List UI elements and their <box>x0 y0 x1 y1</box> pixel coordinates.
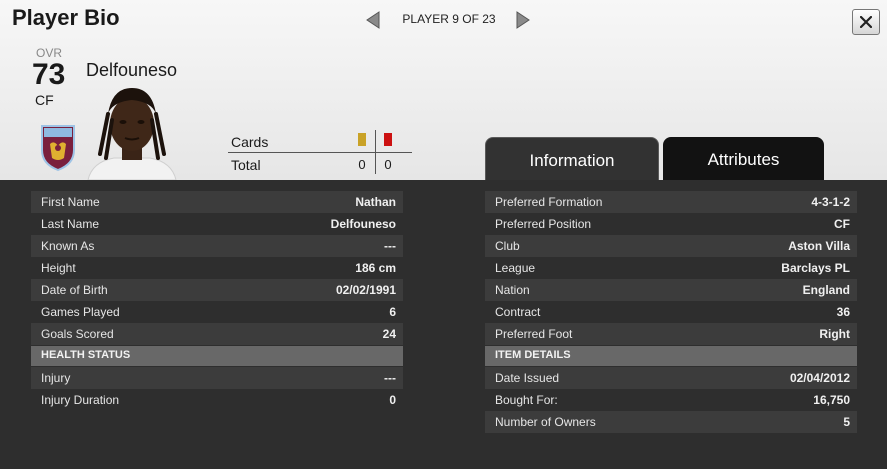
tab-attributes[interactable]: Attributes <box>663 137 824 181</box>
detail-row: Preferred Foot Right <box>485 323 857 345</box>
overall-rating: 73 <box>32 58 66 91</box>
section-header-label: ITEM DETAILS <box>495 349 571 361</box>
detail-row: Goals Scored 24 <box>31 323 403 345</box>
detail-label: Contract <box>495 305 541 319</box>
detail-row: First Name Nathan <box>31 191 403 213</box>
detail-row: Preferred Position CF <box>485 213 857 235</box>
detail-value: 02/04/2012 <box>789 371 850 385</box>
detail-label: Last Name <box>41 217 100 231</box>
detail-row: Date of Birth 02/02/1991 <box>31 279 403 301</box>
total-label: Total <box>231 157 261 173</box>
detail-label: Goals Scored <box>41 327 114 341</box>
section-header: HEALTH STATUS <box>31 346 403 366</box>
detail-value: 6 <box>389 305 396 319</box>
detail-value: --- <box>384 239 396 253</box>
detail-value: 5 <box>843 415 850 429</box>
cards-header-row: Cards <box>228 130 412 152</box>
detail-value: Nathan <box>355 195 396 209</box>
tab-information[interactable]: Information <box>485 137 659 181</box>
detail-value: Aston Villa <box>788 239 850 253</box>
detail-label: League <box>495 261 536 275</box>
detail-label: Bought For: <box>495 393 558 407</box>
pager-label: PLAYER 9 OF 23 <box>402 12 496 26</box>
info-list: Preferred Formation 4-3-1-2 Preferred Posi… <box>485 191 857 433</box>
detail-row: Injury --- <box>31 367 403 389</box>
next-player-button[interactable] <box>514 10 532 30</box>
detail-label: Preferred Formation <box>495 195 603 209</box>
detail-label: Date of Birth <box>41 283 108 297</box>
detail-value: 24 <box>382 327 396 341</box>
detail-label: Height <box>41 261 76 275</box>
detail-value: 36 <box>836 305 850 319</box>
detail-label: Nation <box>495 283 530 297</box>
cards-table: Cards Total 0 0 <box>228 130 412 174</box>
yellow-card-icon <box>358 133 366 146</box>
section-header: ITEM DETAILS <box>485 346 857 366</box>
detail-label: Club <box>495 239 520 253</box>
red-card-icon <box>384 133 392 146</box>
section-header-label: HEALTH STATUS <box>41 349 131 361</box>
detail-row: Last Name Delfouneso <box>31 213 403 235</box>
detail-value: CF <box>834 217 850 231</box>
detail-row: Preferred Formation 4-3-1-2 <box>485 191 857 213</box>
detail-value: --- <box>384 371 396 385</box>
detail-row: Injury Duration 0 <box>31 389 403 411</box>
detail-label: Known As <box>41 239 95 253</box>
player-pager: PLAYER 9 OF 23 <box>364 8 534 32</box>
detail-label: Date Issued <box>495 371 560 385</box>
detail-value: 0 <box>389 393 396 407</box>
close-icon <box>860 16 872 28</box>
detail-label: Preferred Position <box>495 217 592 231</box>
detail-row: Bought For: 16,750 <box>485 389 857 411</box>
detail-value: Right <box>819 327 850 341</box>
detail-row: Height 186 cm <box>31 257 403 279</box>
page-title: Player Bio <box>12 5 120 30</box>
detail-row: Number of Owners 5 <box>485 411 857 433</box>
arrow-right-icon <box>516 11 530 29</box>
detail-value: Barclays PL <box>781 261 850 275</box>
player-position: CF <box>35 92 54 108</box>
bio-list: First Name Nathan Last Name Delfouneso Known… <box>31 191 403 411</box>
detail-value: Delfouneso <box>330 217 396 231</box>
club-crest-icon <box>40 124 76 177</box>
detail-value: 02/02/1991 <box>335 283 396 297</box>
detail-row: Date Issued 02/04/2012 <box>485 367 857 389</box>
cards-total-row: Total 0 0 <box>228 152 412 174</box>
previous-player-button[interactable] <box>364 10 382 30</box>
detail-label: Preferred Foot <box>495 327 573 341</box>
detail-value: 16,750 <box>813 393 850 407</box>
close-button[interactable] <box>852 9 880 35</box>
detail-value: England <box>802 283 850 297</box>
yellow-card-count: 0 <box>358 157 366 172</box>
detail-label: Number of Owners <box>495 415 596 429</box>
detail-value: 186 cm <box>355 261 396 275</box>
detail-row: Club Aston Villa <box>485 235 857 257</box>
arrow-left-icon <box>366 11 380 29</box>
detail-row: Nation England <box>485 279 857 301</box>
details-panel: First Name Nathan Last Name Delfouneso Known… <box>0 180 887 469</box>
cards-label: Cards <box>231 134 269 150</box>
detail-label: Games Played <box>41 305 120 319</box>
detail-row: Contract 36 <box>485 301 857 323</box>
detail-label: First Name <box>41 195 100 209</box>
detail-value: 4-3-1-2 <box>811 195 850 209</box>
detail-row: League Barclays PL <box>485 257 857 279</box>
detail-row: Known As --- <box>31 235 403 257</box>
detail-label: Injury <box>41 371 71 385</box>
red-card-count: 0 <box>384 157 392 172</box>
detail-label: Injury Duration <box>41 393 120 407</box>
player-name: Delfouneso <box>86 60 178 80</box>
detail-row: Games Played 6 <box>31 301 403 323</box>
player-photo <box>82 80 182 180</box>
